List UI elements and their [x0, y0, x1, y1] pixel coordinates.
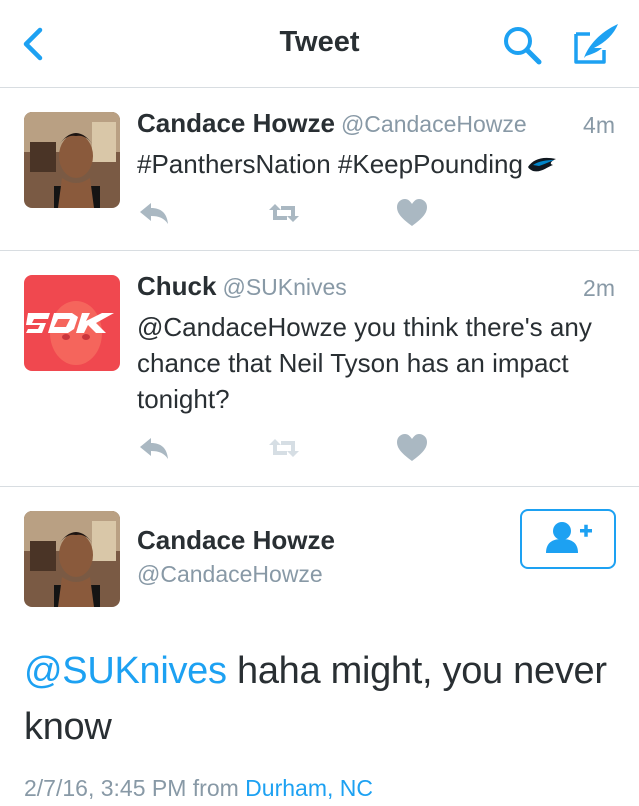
retweet-button[interactable]: [267, 431, 301, 465]
tweet-item[interactable]: Chuck @SUKnives 2m @CandaceHowze you thin…: [0, 251, 639, 487]
brand-logo-avatar: [24, 275, 120, 371]
compose-button[interactable]: [570, 20, 622, 68]
search-icon: [504, 27, 542, 65]
like-button[interactable]: [395, 196, 429, 230]
reply-icon: [140, 203, 168, 224]
user-photo-avatar: [24, 112, 120, 208]
avatar[interactable]: [24, 112, 120, 208]
tweet-item[interactable]: Candace Howze @CandaceHowze 4m #PanthersN…: [0, 88, 639, 251]
tweet-body: #PanthersNation #KeepPounding: [137, 149, 523, 179]
user-name[interactable]: Candace Howze: [137, 108, 335, 138]
like-button[interactable]: [395, 431, 429, 465]
retweet-button[interactable]: [267, 196, 301, 230]
user-handle[interactable]: @SUKnives: [222, 274, 346, 300]
user-name[interactable]: Chuck: [137, 271, 216, 301]
reply-icon: [140, 438, 168, 459]
user-name[interactable]: Candace Howze: [137, 525, 335, 556]
timestamp: 2/7/16, 3:45 PM from: [24, 775, 239, 801]
tweet-meta: 2/7/16, 3:45 PM from Durham, NC: [24, 775, 373, 802]
tweet-text: @CandaceHowze you think there's any chan…: [137, 312, 592, 414]
compose-icon: [574, 24, 618, 64]
avatar[interactable]: [24, 275, 120, 371]
avatar[interactable]: [24, 511, 120, 607]
retweet-icon: [269, 204, 299, 222]
tweet-time: 2m: [583, 275, 615, 301]
tweet-actions: [137, 431, 437, 465]
heart-icon: [397, 434, 427, 461]
tweet-header: Chuck @SUKnives: [137, 271, 615, 307]
tweet-text: #PanthersNation #KeepPounding: [137, 146, 617, 182]
user-handle[interactable]: @CandaceHowze: [137, 561, 323, 588]
location-link[interactable]: Durham, NC: [245, 775, 373, 801]
search-button[interactable]: [498, 22, 546, 66]
panthers-logo-icon: [527, 157, 556, 172]
heart-icon: [397, 199, 427, 226]
user-handle[interactable]: @CandaceHowze: [341, 111, 527, 137]
tweet-time: 4m: [583, 112, 615, 138]
focused-tweet: Candace Howze @CandaceHowze @SUKnives ha…: [0, 487, 639, 806]
add-user-icon: [546, 522, 592, 553]
retweet-icon: [269, 439, 299, 457]
navigation-bar: Tweet: [0, 0, 639, 88]
mention-link[interactable]: @SUKnives: [24, 650, 227, 692]
follow-button[interactable]: [520, 509, 616, 569]
reply-button[interactable]: [137, 431, 171, 465]
user-photo-avatar: [24, 511, 120, 607]
reply-button[interactable]: [137, 196, 171, 230]
tweet-header: Candace Howze @CandaceHowze: [137, 108, 615, 144]
tweet-actions: [137, 196, 437, 230]
tweet-text: @SUKnives haha might, you never know: [24, 643, 624, 755]
